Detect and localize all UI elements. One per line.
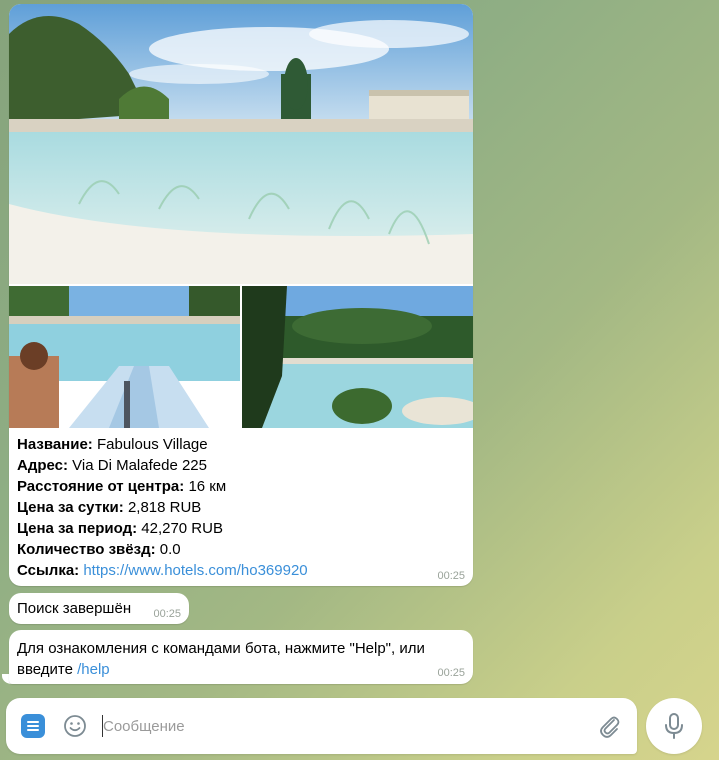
search-done-message: Поиск завершён 00:25 bbox=[9, 593, 189, 624]
photo-slide[interactable] bbox=[9, 286, 240, 428]
message-input[interactable] bbox=[102, 715, 583, 737]
distance-label: Расстояние от центра: bbox=[17, 478, 185, 495]
message-time: 00:25 bbox=[437, 667, 465, 679]
distance-value: 16 км bbox=[188, 478, 227, 495]
stars-label: Количество звёзд: bbox=[17, 541, 156, 558]
help-command-link[interactable]: /help bbox=[77, 661, 110, 678]
hotel-address-row: Адрес: Via Di Malafede 225 bbox=[17, 455, 457, 476]
microphone-button[interactable] bbox=[646, 698, 702, 754]
help-message: Для ознакомления с командами бота, нажми… bbox=[9, 630, 473, 684]
name-value: Fabulous Village bbox=[96, 436, 208, 453]
message-text: Для ознакомления с командами бота, нажми… bbox=[17, 638, 447, 680]
hotel-link[interactable]: https://www.hotels.com/ho369920 bbox=[83, 562, 307, 579]
link-label: Ссылка: bbox=[17, 562, 80, 579]
microphone-icon bbox=[665, 713, 683, 739]
hotel-price-period-row: Цена за период: 42,270 RUB bbox=[17, 518, 457, 539]
hotel-link-row: Ссылка: https://www.hotels.com/ho369920 bbox=[17, 560, 457, 581]
message-composer bbox=[6, 698, 637, 754]
menu-icon[interactable] bbox=[21, 714, 45, 738]
price-period-value: 42,270 RUB bbox=[141, 520, 223, 537]
address-label: Адрес: bbox=[17, 457, 68, 474]
hotel-price-day-row: Цена за сутки: 2,818 RUB bbox=[17, 497, 457, 518]
price-period-label: Цена за период: bbox=[17, 520, 138, 537]
album-message: Название: Fabulous Village Адрес: Via Di… bbox=[9, 4, 473, 586]
message-time: 00:25 bbox=[153, 608, 181, 620]
photo-lagoon[interactable] bbox=[242, 286, 473, 428]
photo-main[interactable] bbox=[9, 4, 473, 284]
hotel-name-row: Название: Fabulous Village bbox=[17, 434, 457, 455]
hotel-caption: Название: Fabulous Village Адрес: Via Di… bbox=[17, 434, 457, 581]
price-day-value: 2,818 RUB bbox=[127, 499, 202, 516]
stars-value: 0.0 bbox=[159, 541, 181, 558]
paperclip-icon[interactable] bbox=[597, 713, 621, 739]
address-value: Via Di Malafede 225 bbox=[72, 457, 207, 474]
hotel-distance-row: Расстояние от центра: 16 км bbox=[17, 476, 457, 497]
message-time: 00:25 bbox=[437, 570, 465, 582]
message-text: Поиск завершён bbox=[17, 600, 132, 617]
name-label: Название: bbox=[17, 436, 93, 453]
hotel-stars-row: Количество звёзд: 0.0 bbox=[17, 539, 457, 560]
price-day-label: Цена за сутки: bbox=[17, 499, 124, 516]
smile-icon[interactable] bbox=[62, 713, 88, 739]
